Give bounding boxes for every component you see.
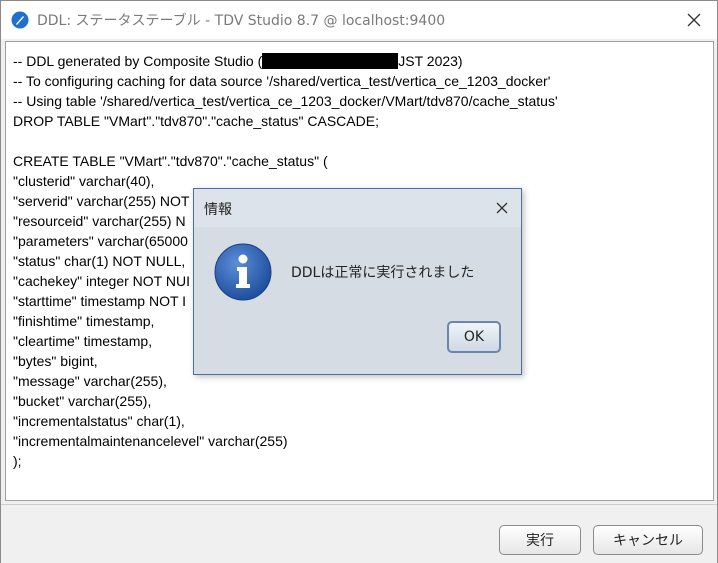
info-icon (214, 243, 272, 301)
window-close-button[interactable] (681, 7, 707, 33)
ok-button[interactable]: OK (447, 321, 501, 353)
app-icon (11, 11, 29, 29)
ddl-line: "serverid" varchar(255) NOT (13, 193, 190, 209)
ddl-line: ); (13, 453, 22, 469)
ddl-line: -- DDL generated by Composite Studio ( (13, 53, 263, 69)
window-title: DDL: ステータステーブル - TDV Studio 8.7 @ localh… (37, 13, 446, 29)
ddl-line: "status" char(1) NOT NULL, (13, 253, 186, 269)
ddl-line: "incrementalstatus" char(1), (13, 413, 185, 429)
ddl-line: -- To configuring caching for data sourc… (13, 73, 551, 89)
dialog-close-button[interactable] (491, 197, 513, 219)
dialog-title: 情報 (204, 202, 232, 218)
ddl-line: "clusterid" varchar(40), (13, 173, 155, 189)
ddl-line: "bytes" bigint, (13, 353, 98, 369)
dialog-titlebar: 情報 (194, 189, 521, 227)
ddl-line: "incrementalmaintenancelevel" varchar(25… (13, 433, 288, 449)
ddl-line: "cleartime" timestamp, (13, 333, 153, 349)
cancel-button[interactable]: キャンセル (593, 525, 703, 555)
ddl-line: -- Using table '/shared/vertica_test/ver… (13, 93, 558, 109)
ddl-line: DROP TABLE "VMart"."tdv870"."cache_statu… (13, 113, 379, 129)
close-icon (687, 13, 701, 27)
close-icon (496, 202, 508, 214)
run-button[interactable]: 実行 (499, 525, 581, 555)
ddl-line: "cachekey" integer NOT NUI (13, 273, 190, 289)
ddl-line: "resourceid" varchar(255) N (13, 213, 186, 229)
info-dialog: 情報 DDLは正常に実行されました OK (193, 188, 522, 375)
ddl-line: "message" varchar(255), (13, 373, 167, 389)
ddl-line: "parameters" varchar(65000 (13, 233, 188, 249)
redacted-block (262, 53, 399, 69)
ddl-line: CREATE TABLE "VMart"."tdv870"."cache_sta… (13, 153, 328, 169)
button-bar: 実行 キャンセル (1, 504, 717, 563)
ddl-line: "bucket" varchar(255), (13, 393, 152, 409)
ddl-line: "finishtime" timestamp, (13, 313, 155, 329)
ddl-line: "starttime" timestamp NOT I (13, 293, 187, 309)
window-titlebar: DDL: ステータステーブル - TDV Studio 8.7 @ localh… (1, 1, 717, 39)
dialog-message: DDLは正常に実行されました (291, 265, 475, 281)
dialog-body: DDLは正常に実行されました OK (194, 227, 521, 374)
ddl-line: JST 2023) (398, 53, 463, 69)
